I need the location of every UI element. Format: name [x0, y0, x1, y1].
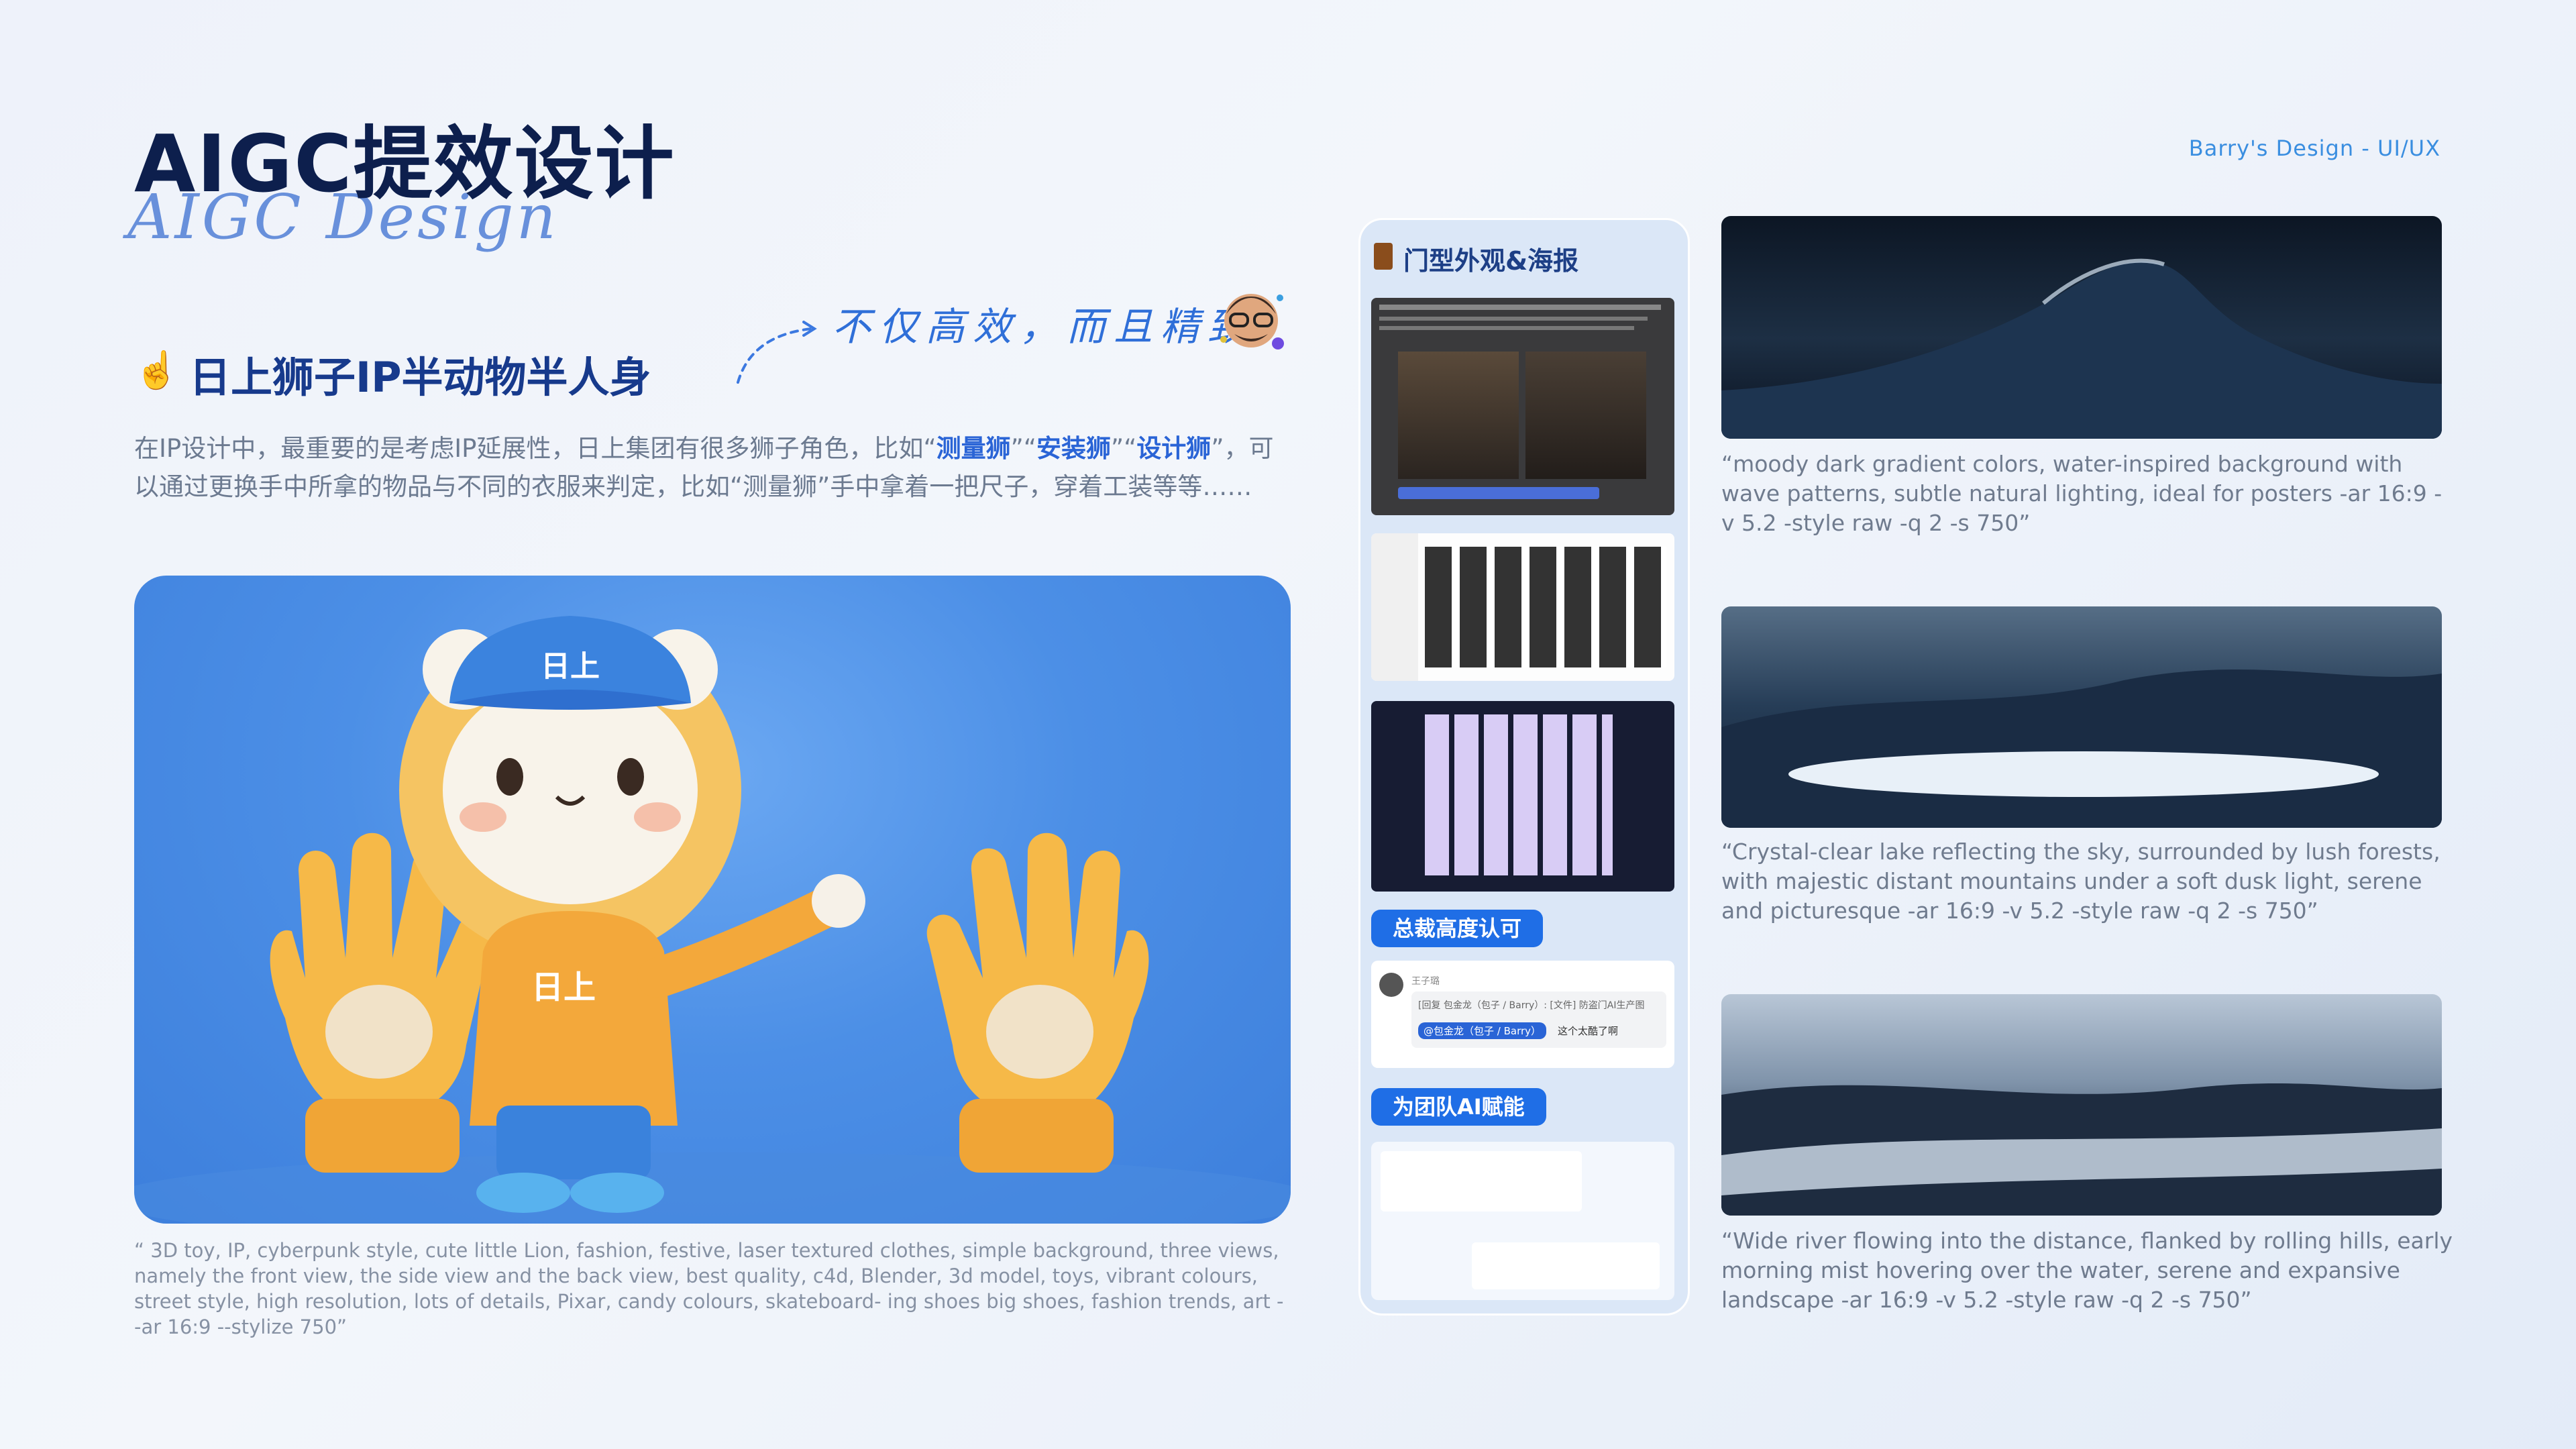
- workflow-app-screenshot: [1371, 701, 1674, 892]
- team-chat-screenshot: [1371, 1142, 1674, 1300]
- file-browser-screenshot: [1371, 533, 1674, 681]
- chat-sender-name: 王子璐: [1411, 976, 1440, 987]
- avatar: [1379, 973, 1403, 997]
- dashed-arrow-icon: [737, 321, 817, 384]
- ceo-approval-badge: 总裁高度认可: [1371, 910, 1544, 947]
- section-description: 在IP设计中，最重要的是考虑IP延展性，日上集团有很多狮子角色，比如“测量狮”“…: [134, 434, 1274, 501]
- midjourney-screenshot: [1371, 298, 1674, 515]
- river-hills-image: [1721, 994, 2442, 1216]
- river-prompt-caption: “Wide river flowing into the distance, f…: [1721, 1228, 2453, 1313]
- panel-title: 门型外观&海报: [1403, 246, 1579, 276]
- lion-mascot-image: 日上 日上: [134, 576, 1291, 1224]
- chat-message-card: 王子璐 [回复 包金龙（包子 / Barry）: [文件] 防盗门AI生产图 @…: [1371, 961, 1674, 1068]
- cap-logo-text: 日上: [541, 650, 600, 683]
- chat-message-text: 这个太酷了啊: [1558, 1025, 1619, 1037]
- highlight-measure-lion: 测量狮: [936, 434, 1011, 463]
- dark-wave-image: [1721, 216, 2442, 439]
- brand-label: Barry's Design - UI/UX: [2188, 136, 2440, 161]
- highlight-design-lion: 设计狮: [1136, 434, 1212, 463]
- chat-mention: @包金龙（包子 / Barry）: [1418, 1022, 1547, 1039]
- team-ai-badge: 为团队AI赋能: [1371, 1088, 1546, 1126]
- page-title: AIGC提效设计: [134, 117, 676, 210]
- lake-prompt-caption: “Crystal-clear lake reflecting the sky, …: [1721, 839, 2440, 924]
- door-icon: [1374, 243, 1393, 270]
- shirt-logo-text: 日上: [531, 970, 596, 1006]
- mascot-prompt-caption: “ 3D toy, IP, cyberpunk style, cute litt…: [134, 1239, 1284, 1338]
- memoji-avatar: [1220, 294, 1284, 350]
- pointing-up-hand-icon: ☝️: [134, 349, 180, 391]
- handwriting-tagline: 不仅高效，而且精致: [832, 304, 1255, 350]
- wave-prompt-caption: “moody dark gradient colors, water-inspi…: [1721, 451, 2443, 536]
- lake-dunes-image: [1721, 606, 2442, 828]
- chat-quote: [回复 包金龙（包子 / Barry）: [文件] 防盗门AI生产图: [1418, 1000, 1645, 1011]
- section-title: 日上狮子IP半动物半人身: [189, 353, 651, 402]
- highlight-install-lion: 安装狮: [1036, 434, 1111, 463]
